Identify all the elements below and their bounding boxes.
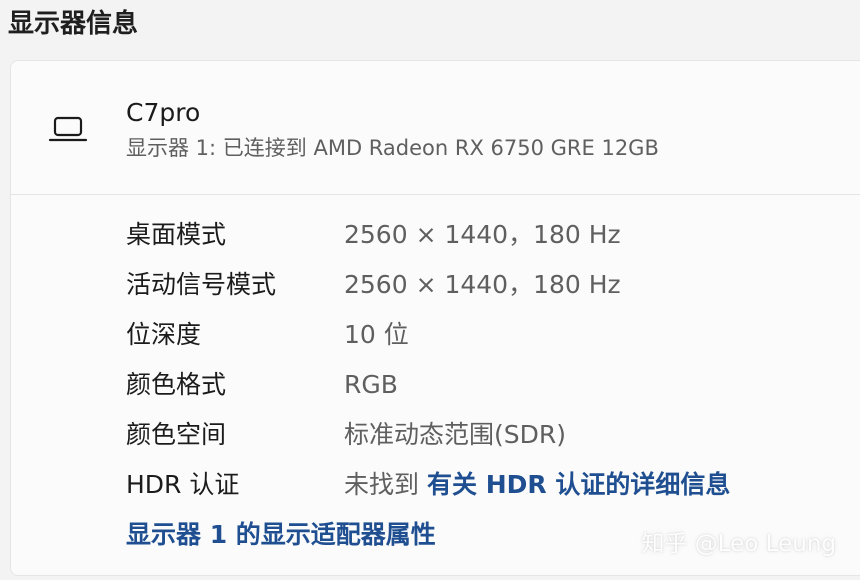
row-value: 10 位 xyxy=(344,320,409,349)
row-label: 位深度 xyxy=(126,320,202,349)
row-label: 活动信号模式 xyxy=(126,270,277,299)
row-label: 颜色空间 xyxy=(126,420,227,449)
monitor-header: C7pro 显示器 1: 已连接到 AMD Radeon RX 6750 GRE… xyxy=(11,61,860,195)
monitor-connection-info: 显示器 1: 已连接到 AMD Radeon RX 6750 GRE 12GB xyxy=(126,136,659,160)
row-label: 桌面模式 xyxy=(126,220,227,249)
row-label: 颜色格式 xyxy=(126,370,227,399)
display-adapter-properties-link[interactable]: 显示器 1 的显示适配器属性 xyxy=(126,515,436,555)
row-label: HDR 认证 xyxy=(126,470,240,499)
row-value: 2560 × 1440，180 Hz xyxy=(344,220,621,249)
row-value: RGB xyxy=(344,370,398,399)
hdr-status: 未找到 xyxy=(344,470,420,499)
laptop-icon xyxy=(48,116,88,142)
hdr-details-link[interactable]: 有关 HDR 认证的详细信息 xyxy=(427,470,730,499)
row-value: 标准动态范围(SDR) xyxy=(344,420,566,449)
watermark: 知乎 @Leo Leung xyxy=(641,531,836,557)
section-title: 显示器信息 xyxy=(8,9,139,39)
monitor-name: C7pro xyxy=(126,98,201,127)
row-value: 2560 × 1440，180 Hz xyxy=(344,270,621,299)
display-info-card: C7pro 显示器 1: 已连接到 AMD Radeon RX 6750 GRE… xyxy=(10,60,860,576)
row-value: 未找到 有关 HDR 认证的详细信息 xyxy=(344,465,730,505)
